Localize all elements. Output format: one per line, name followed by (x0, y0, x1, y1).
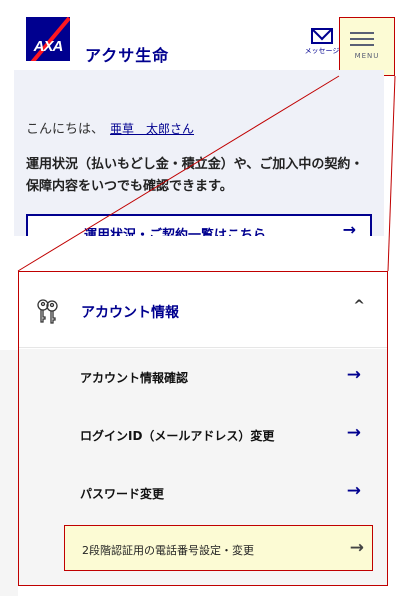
arrow-right-icon: → (346, 423, 361, 443)
menu-item-label: ログインID（メールアドレス）変更 (80, 429, 275, 443)
background-strip (0, 350, 18, 596)
arrow-right-icon: → (342, 220, 356, 236)
keys-icon (37, 299, 58, 324)
hamburger-icon (350, 32, 374, 50)
contract-list-label: 運用状況・ご契約一覧はこちら (84, 228, 267, 236)
menu-item-password-change[interactable]: パスワード変更 → (19, 465, 387, 523)
arrow-right-icon: → (349, 538, 364, 558)
envelope-icon (311, 28, 333, 44)
menu-item-login-id-change[interactable]: ログインID（メールアドレス）変更 → (19, 407, 387, 465)
welcome-description: 運用状況（払いもどし金・積立金）や、ご加入中の契約・保障内容をいつでも確認できま… (26, 157, 364, 194)
menu-item-label: アカウント情報確認 (80, 371, 189, 385)
greeting: こんにちは、 亜草 太郎さん (26, 118, 194, 137)
greeting-text: こんにちは、 (26, 122, 105, 137)
menu-item-label: 2段階認証用の電話番号設定・変更 (82, 544, 254, 557)
message-label: メッセージ (304, 47, 340, 55)
menu-item-2fa-phone[interactable]: 2段階認証用の電話番号設定・変更 → (64, 525, 373, 571)
arrow-right-icon: → (346, 481, 361, 501)
axa-logo[interactable]: AXA (26, 17, 70, 61)
account-submenu: アカウント情報確認 → ログインID（メールアドレス）変更 → パスワード変更 … (19, 349, 387, 585)
menu-label: MENU (354, 52, 380, 60)
arrow-right-icon: → (346, 365, 361, 385)
menu-button[interactable]: MENU (339, 17, 395, 76)
account-section-header[interactable]: アカウント情報 ^ (19, 272, 387, 348)
app-header: AXA アクサ生命 メッセージ MENU (0, 0, 400, 76)
menu-item-account-info[interactable]: アカウント情報確認 → (19, 349, 387, 407)
menu-item-label: パスワード変更 (80, 487, 165, 501)
user-name-link[interactable]: 亜草 太郎さん (110, 122, 194, 136)
account-section-title: アカウント情報 (81, 305, 179, 321)
menu-panel: アカウント情報 ^ アカウント情報確認 → ログインID（メールアドレス）変更 … (18, 271, 388, 586)
logo-text: AXA (33, 38, 64, 55)
chevron-up-icon[interactable]: ^ (353, 298, 365, 314)
contract-list-button[interactable]: 運用状況・ご契約一覧はこちら → (26, 214, 372, 236)
message-button[interactable]: メッセージ (304, 28, 340, 56)
brand-name: アクサ生命 (85, 46, 170, 65)
welcome-card: こんにちは、 亜草 太郎さん 運用状況（払いもどし金・積立金）や、ご加入中の契約・… (14, 70, 384, 236)
